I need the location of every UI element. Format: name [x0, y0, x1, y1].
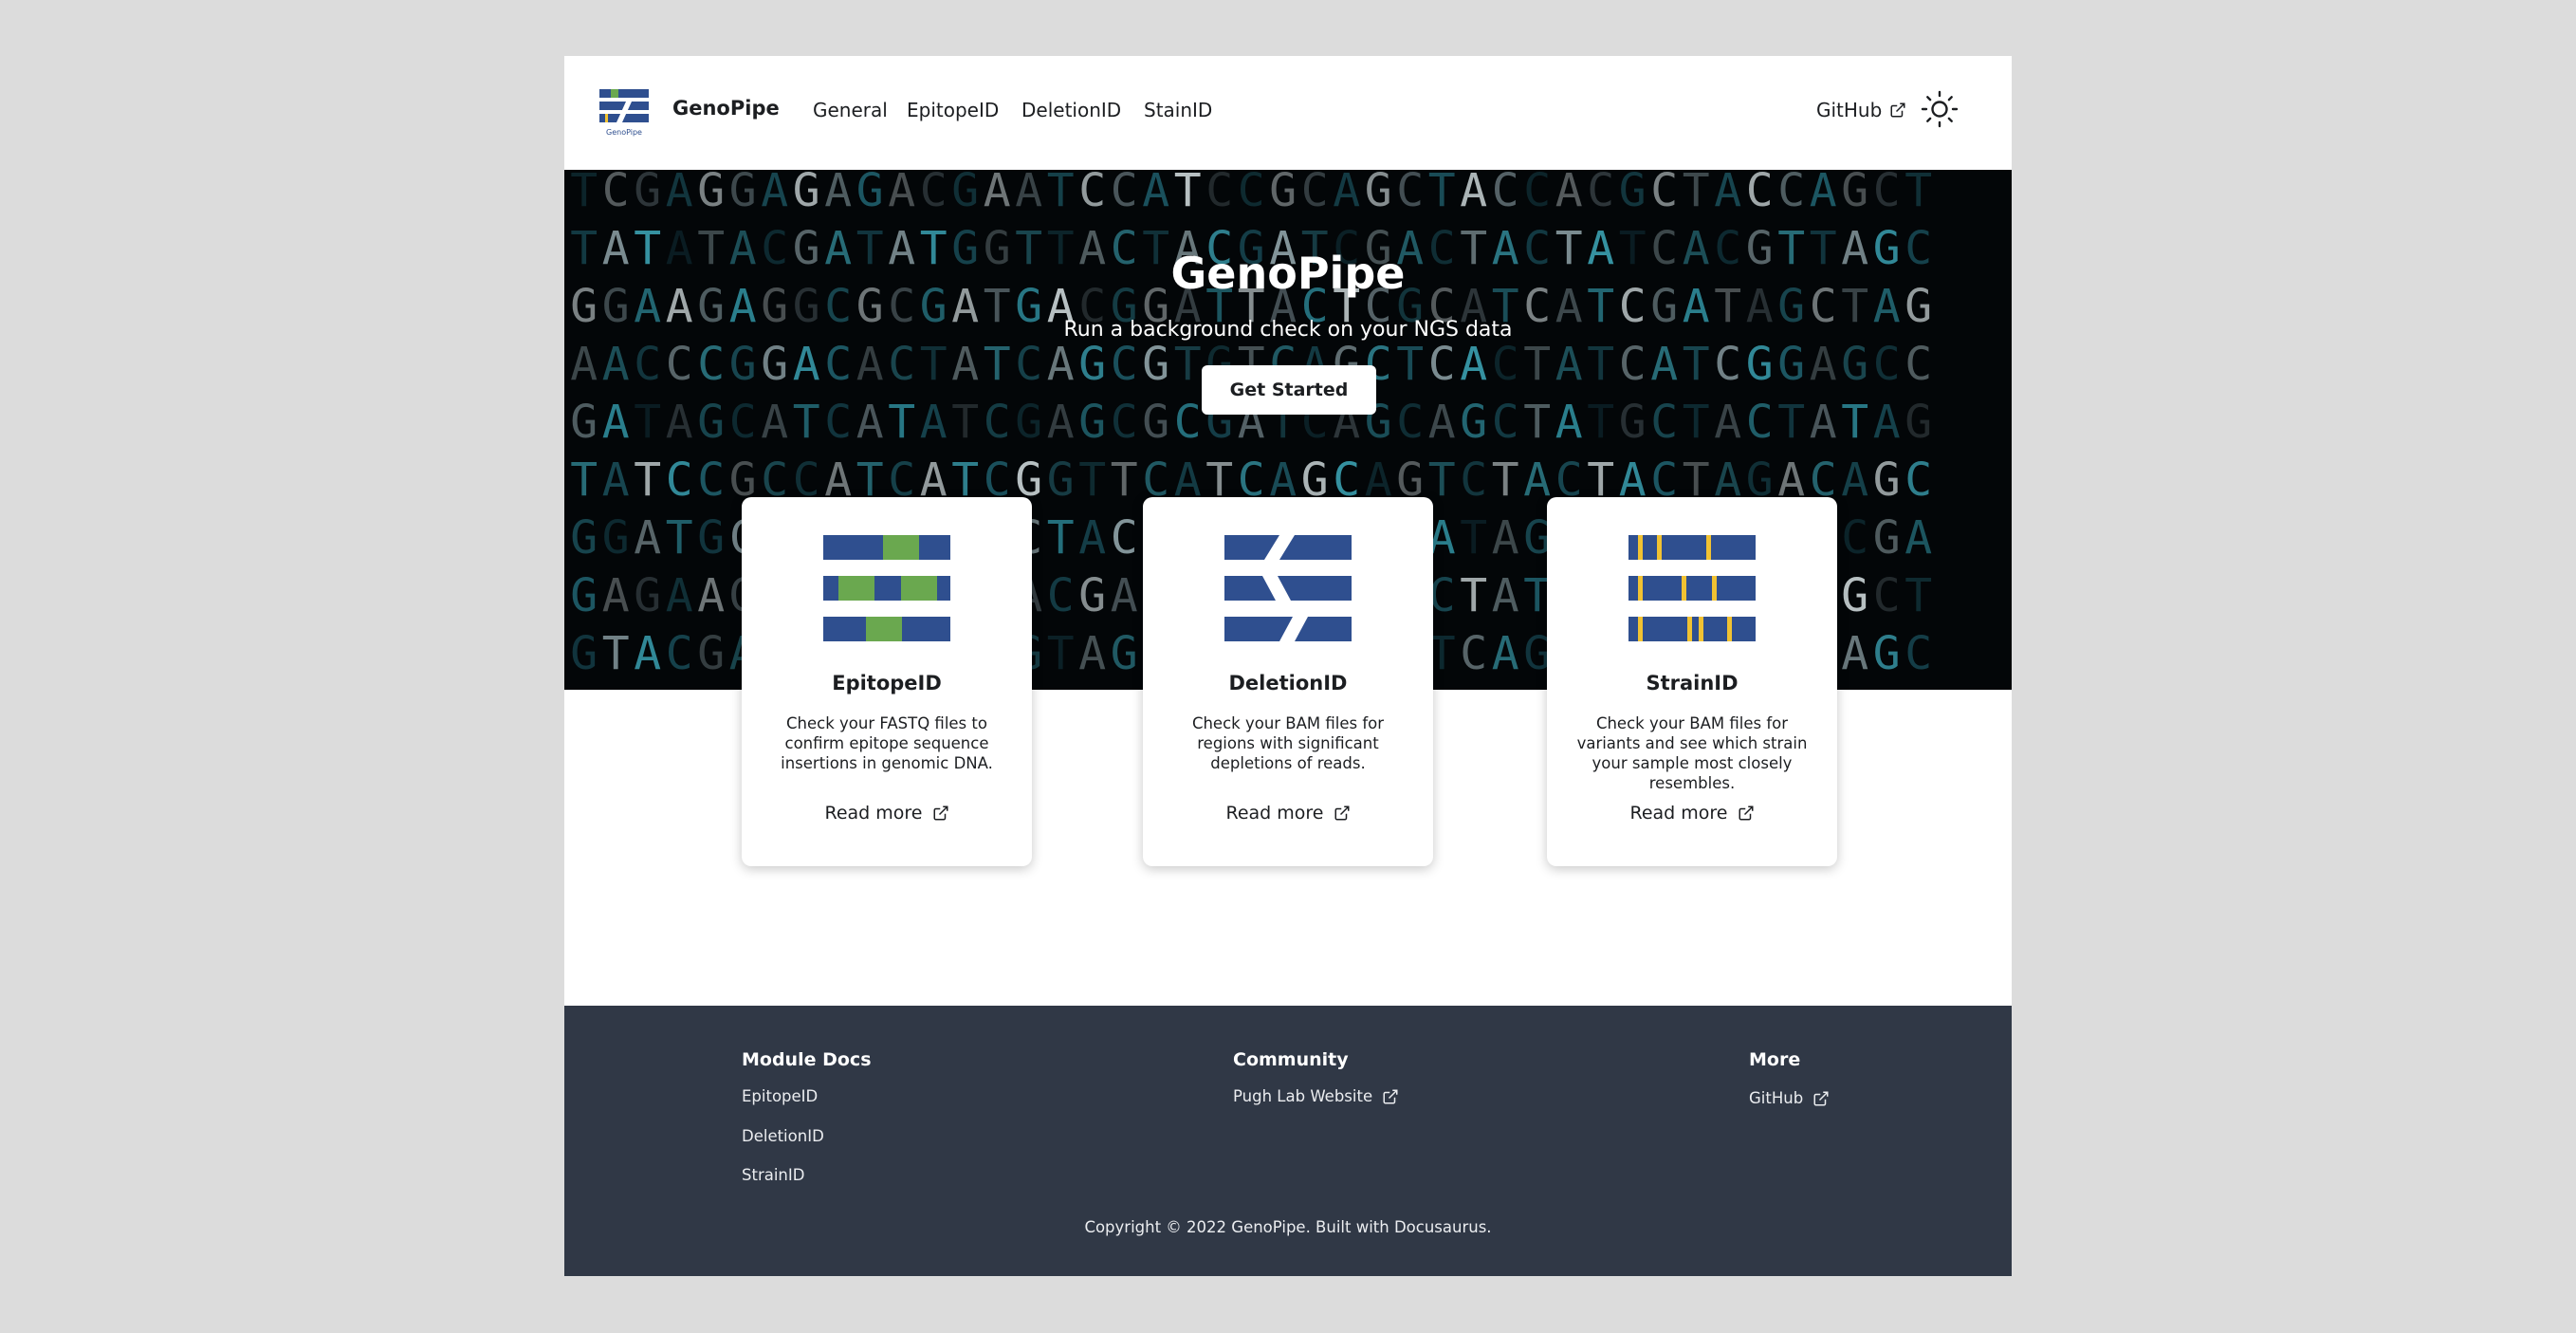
strain-icon: [1628, 535, 1756, 641]
footer-link-deletionid[interactable]: DeletionID: [742, 1127, 824, 1145]
card-description: Check your BAM files for regions with si…: [1191, 714, 1385, 772]
hero-title: GenoPipe: [1170, 248, 1406, 299]
sun-icon[interactable]: [1921, 90, 1959, 128]
logo-caption: GenoPipe: [606, 128, 642, 137]
nav-github-label: GitHub: [1816, 99, 1883, 121]
nav-link-general[interactable]: General: [813, 99, 888, 121]
card-title: DeletionID: [1228, 672, 1348, 694]
footer: Module Docs EpitopeID DeletionID StrainI…: [564, 1006, 2012, 1276]
external-link-icon: [1813, 1091, 1829, 1105]
footer-link-label: Pugh Lab Website: [1233, 1087, 1373, 1105]
genopipe-logo[interactable]: GenoPipe: [598, 87, 651, 140]
copyright-text: Copyright © 2022 GenoPipe. Built with Do…: [1084, 1218, 1492, 1236]
card-epitopeid: EpitopeID Check your FASTQ files to conf…: [742, 497, 1032, 866]
external-link-icon: [1383, 1089, 1398, 1103]
card-deletionid: DeletionID Check your BAM files for regi…: [1143, 497, 1433, 866]
footer-link-epitopeid[interactable]: EpitopeID: [742, 1087, 818, 1105]
read-more-label: Read more: [1225, 803, 1324, 824]
hero-subtitle: Run a background check on your NGS data: [1063, 318, 1513, 342]
external-link-icon: [933, 805, 948, 821]
dna-sequence-row: TCGAGGAGAGACGAATCCATCCGCAGCTACCACGCTACCA…: [570, 170, 1937, 217]
read-more-label: Read more: [824, 803, 923, 824]
card-title: StrainID: [1646, 672, 1739, 694]
navbar: GenoPipe GenoPipe General EpitopeID Dele…: [564, 56, 2012, 170]
footer-title-more: More: [1749, 1049, 1801, 1070]
footer-link-label: GitHub: [1749, 1089, 1804, 1107]
nav-link-stainid[interactable]: StainID: [1144, 99, 1212, 121]
read-more-link[interactable]: Read more: [742, 803, 1032, 824]
card-description: Check your FASTQ files to confirm epitop…: [781, 714, 993, 772]
read-more-link[interactable]: Read more: [1143, 803, 1433, 824]
external-link-icon: [1334, 805, 1349, 821]
page: GenoPipe GenoPipe General EpitopeID Dele…: [564, 56, 2012, 1276]
card-strainid: StrainID Check your BAM files for varian…: [1547, 497, 1837, 866]
nav-github-link[interactable]: GitHub: [1816, 99, 1906, 121]
card-description: Check your BAM files for variants and se…: [1576, 714, 1808, 792]
external-link-icon: [1890, 102, 1905, 118]
navbar-brand[interactable]: GenoPipe: [672, 97, 780, 120]
footer-link-strainid[interactable]: StrainID: [742, 1166, 804, 1184]
read-more-link[interactable]: Read more: [1547, 803, 1837, 824]
nav-link-deletionid[interactable]: DeletionID: [1021, 99, 1121, 121]
footer-link-github[interactable]: GitHub: [1749, 1089, 1830, 1107]
read-more-label: Read more: [1629, 803, 1728, 824]
epitope-icon: [823, 535, 950, 641]
footer-link-pugh-lab[interactable]: Pugh Lab Website: [1233, 1087, 1399, 1105]
card-title: EpitopeID: [832, 672, 942, 694]
footer-title-community: Community: [1233, 1049, 1349, 1070]
get-started-button[interactable]: Get Started: [1202, 365, 1376, 415]
nav-link-epitopeid[interactable]: EpitopeID: [907, 99, 999, 121]
deletion-icon: [1224, 535, 1352, 641]
footer-title-module-docs: Module Docs: [742, 1049, 872, 1070]
external-link-icon: [1739, 805, 1753, 821]
